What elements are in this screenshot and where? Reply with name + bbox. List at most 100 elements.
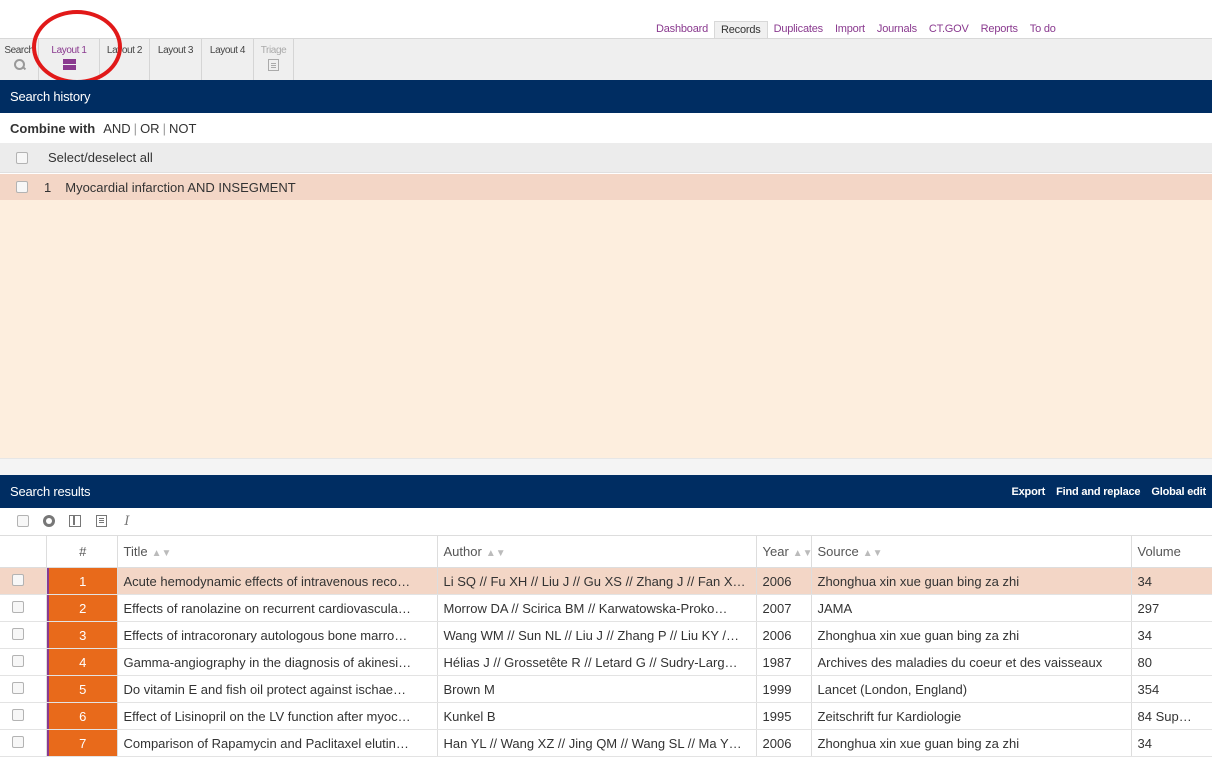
- global-edit-link[interactable]: Global edit: [1151, 486, 1206, 498]
- layout-rows-icon: [62, 59, 76, 70]
- row-title[interactable]: Effects of intracoronary autologous bone…: [117, 621, 438, 649]
- layout-2-label: Layout 2: [106, 45, 143, 56]
- nav-todo[interactable]: To do: [1024, 21, 1062, 37]
- layout-4-button[interactable]: Layout 4: [202, 39, 254, 81]
- row-author: Hélias J // Grossetête R // Letard G // …: [437, 648, 757, 676]
- row-checkbox[interactable]: [0, 594, 47, 622]
- document-icon: [268, 59, 279, 71]
- row-year: 1995: [756, 702, 812, 730]
- panel-splitter[interactable]: [0, 458, 1212, 475]
- search-history-header: Search history: [0, 80, 1212, 113]
- table-row[interactable]: 1 Acute hemodynamic effects of intravenou…: [0, 567, 1212, 595]
- layout-grid-icon: [169, 59, 182, 70]
- row-number: 6: [49, 702, 118, 730]
- header-author[interactable]: Author ▲▼: [437, 535, 757, 568]
- layout-1-button[interactable]: Layout 1: [39, 39, 100, 81]
- search-tool-button[interactable]: Search: [0, 39, 39, 81]
- history-row[interactable]: 1 Myocardial infarction AND INSEGMENT: [0, 174, 1212, 200]
- row-checkbox[interactable]: [0, 675, 47, 703]
- table-row[interactable]: 7 Comparison of Rapamycin and Paclitaxel …: [0, 729, 1212, 757]
- export-link[interactable]: Export: [1012, 486, 1046, 498]
- nav-import[interactable]: Import: [829, 21, 871, 37]
- row-number: 3: [49, 621, 118, 649]
- nav-journals[interactable]: Journals: [871, 21, 923, 37]
- row-year: 2007: [756, 594, 812, 622]
- table-row[interactable]: 4 Gamma-angiography in the diagnosis of a…: [0, 648, 1212, 676]
- nav-dashboard[interactable]: Dashboard: [650, 21, 714, 37]
- row-year: 2006: [756, 567, 812, 595]
- triage-button[interactable]: Triage: [254, 39, 294, 81]
- row-number: 7: [49, 729, 118, 757]
- sort-icon: ▲▼: [485, 548, 506, 559]
- row-checkbox[interactable]: [0, 621, 47, 649]
- history-row-query[interactable]: Myocardial infarction AND INSEGMENT: [65, 180, 295, 195]
- row-title[interactable]: Effect of Lisinopril on the LV function …: [117, 702, 438, 730]
- row-number: 5: [49, 675, 118, 703]
- header-number[interactable]: #: [49, 535, 118, 568]
- triage-label: Triage: [260, 45, 287, 56]
- table-row[interactable]: 6 Effect of Lisinopril on the LV function…: [0, 702, 1212, 730]
- row-title[interactable]: Acute hemodynamic effects of intravenous…: [117, 567, 438, 595]
- row-author: Li SQ // Fu XH // Liu J // Gu XS // Zhan…: [437, 567, 757, 595]
- row-number: 2: [49, 594, 118, 622]
- row-author: Morrow DA // Scirica BM // Karwatowska-P…: [437, 594, 757, 622]
- columns-icon[interactable]: [68, 514, 82, 528]
- find-replace-link[interactable]: Find and replace: [1056, 486, 1140, 498]
- note-icon[interactable]: [94, 514, 108, 528]
- sort-icon: ▲▼: [792, 548, 811, 559]
- combine-not-link[interactable]: NOT: [169, 121, 196, 136]
- row-year: 2006: [756, 621, 812, 649]
- row-volume: 34: [1131, 621, 1212, 649]
- history-row-number: 1: [44, 179, 52, 195]
- header-year[interactable]: Year ▲▼: [756, 535, 812, 568]
- layout-grid-icon: [118, 59, 131, 70]
- row-title[interactable]: Gamma-angiography in the diagnosis of ak…: [117, 648, 438, 676]
- row-author: Brown M: [437, 675, 757, 703]
- search-tool-label: Search: [4, 45, 34, 56]
- table-header-row: # Title ▲▼ Author ▲▼ Year ▲▼ Source ▲▼ Volum…: [0, 535, 1212, 568]
- table-row[interactable]: 3 Effects of intracoronary autologous bon…: [0, 621, 1212, 649]
- nav-ctgov[interactable]: CT.GOV: [923, 21, 975, 37]
- row-year: 1987: [756, 648, 812, 676]
- row-checkbox[interactable]: [0, 567, 47, 595]
- row-year: 1999: [756, 675, 812, 703]
- row-title[interactable]: Do vitamin E and fish oil protect agains…: [117, 675, 438, 703]
- layout-3-button[interactable]: Layout 3: [150, 39, 202, 81]
- table-row[interactable]: 2 Effects of ranolazine on recurrent card…: [0, 594, 1212, 622]
- row-source: Archives des maladies du coeur et des va…: [811, 648, 1132, 676]
- row-year: 2006: [756, 729, 812, 757]
- row-source: Zhonghua xin xue guan bing za zhi: [811, 567, 1132, 595]
- row-title[interactable]: Effects of ranolazine on recurrent cardi…: [117, 594, 438, 622]
- table-row[interactable]: 5 Do vitamin E and fish oil protect again…: [0, 675, 1212, 703]
- combine-or-link[interactable]: OR: [140, 121, 160, 136]
- layout-2-button[interactable]: Layout 2: [100, 39, 150, 81]
- row-checkbox[interactable]: [0, 702, 47, 730]
- combine-row: Combine with AND | OR | NOT: [10, 120, 197, 136]
- row-volume: 34: [1131, 729, 1212, 757]
- row-volume: 354: [1131, 675, 1212, 703]
- header-volume[interactable]: Volume: [1131, 535, 1212, 568]
- row-number: 1: [49, 567, 118, 595]
- history-row-checkbox[interactable]: [16, 181, 28, 193]
- row-title[interactable]: Comparison of Rapamycin and Paclitaxel e…: [117, 729, 438, 757]
- row-volume: 297: [1131, 594, 1212, 622]
- row-source: JAMA: [811, 594, 1132, 622]
- row-checkbox[interactable]: [0, 729, 47, 757]
- header-source[interactable]: Source ▲▼: [811, 535, 1132, 568]
- combine-and-link[interactable]: AND: [103, 121, 130, 136]
- select-all-checkbox[interactable]: [16, 151, 28, 164]
- nav-records[interactable]: Records: [714, 20, 768, 38]
- gear-icon[interactable]: [42, 514, 56, 528]
- row-source: Zhonghua xin xue guan bing za zhi: [811, 729, 1132, 757]
- combine-label: Combine with: [10, 120, 96, 136]
- select-all-results-checkbox[interactable]: [16, 514, 30, 528]
- header-title[interactable]: Title ▲▼: [117, 535, 438, 568]
- row-checkbox[interactable]: [0, 648, 47, 676]
- pen-icon[interactable]: I: [120, 514, 134, 529]
- results-table: # Title ▲▼ Author ▲▼ Year ▲▼ Source ▲▼ Volum…: [0, 535, 1212, 757]
- search-results-title: Search results: [10, 484, 91, 499]
- nav-reports[interactable]: Reports: [975, 21, 1024, 37]
- nav-duplicates[interactable]: Duplicates: [768, 21, 829, 37]
- sort-icon: ▲▼: [862, 548, 883, 559]
- row-volume: 84 Sup…: [1131, 702, 1212, 730]
